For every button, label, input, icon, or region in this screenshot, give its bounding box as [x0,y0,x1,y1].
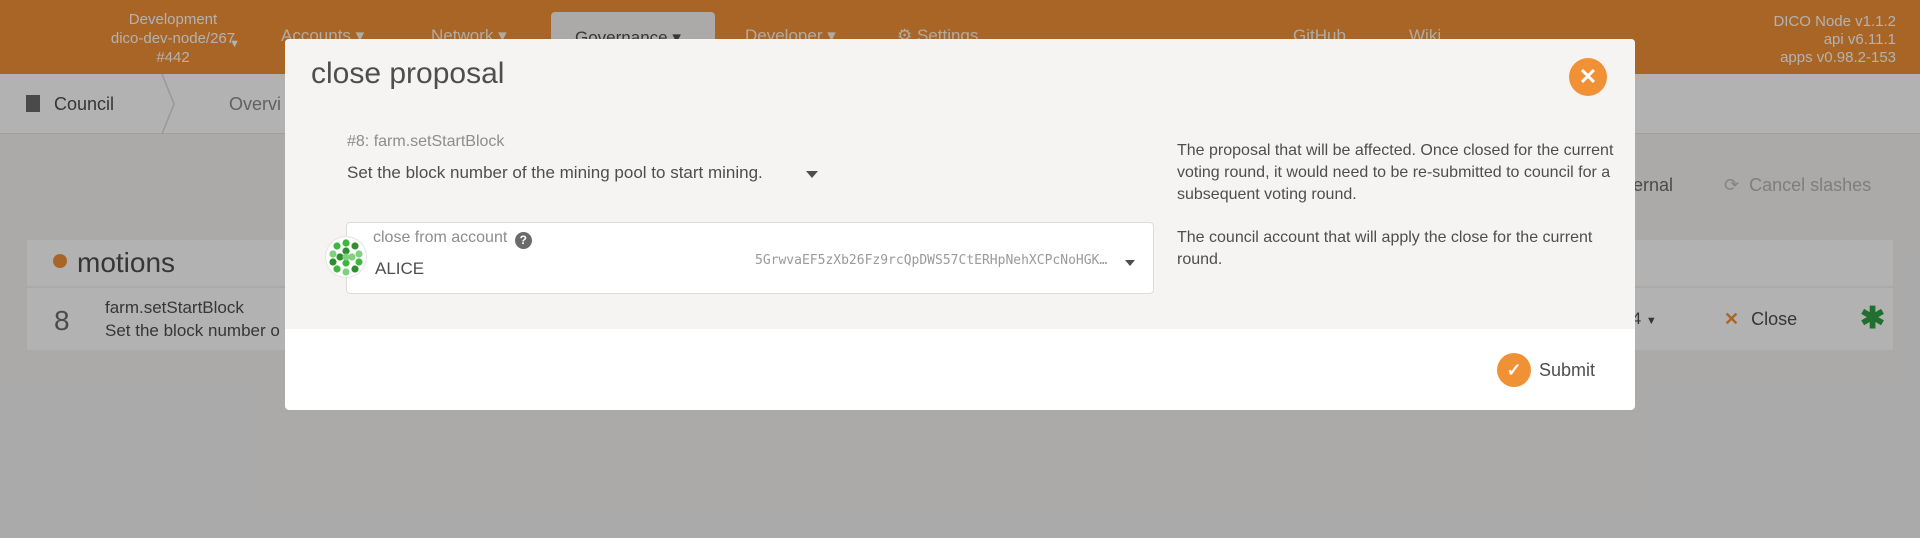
account-identicon [326,237,366,277]
account-help-text: The council account that will apply the … [1177,229,1593,268]
account-label: close from account ? [373,229,532,249]
modal-title: close proposal [311,57,505,90]
account-address: 5GrwvaEF5zXb26Fz9rcQpDWS57CtERHpNehXCPcN… [755,253,1113,268]
submit-label: Submit [1539,359,1596,380]
identicon-icon [329,239,363,276]
chevron-down-icon[interactable] [801,165,823,183]
submit-button[interactable]: ✓ Submit [1497,352,1595,388]
account-name: ALICE [375,259,425,278]
modal-body: close proposal ✕ #8: farm.setStartBlock … [285,39,1635,329]
chevron-down-icon[interactable] [1121,255,1141,271]
check-icon: ✓ [1497,353,1531,387]
proposal-label: #8: farm.setStartBlock [347,133,505,150]
close-proposal-modal: close proposal ✕ #8: farm.setStartBlock … [285,39,1635,410]
proposal-help-text: The proposal that will be affected. Once… [1177,142,1614,203]
question-icon[interactable]: ? [514,232,532,249]
account-label-text: close from account [373,229,508,246]
proposal-dropdown-value[interactable]: Set the block number of the mining pool … [347,163,763,183]
close-icon: ✕ [1578,64,1598,89]
modal-close-button[interactable]: ✕ [1569,58,1607,96]
